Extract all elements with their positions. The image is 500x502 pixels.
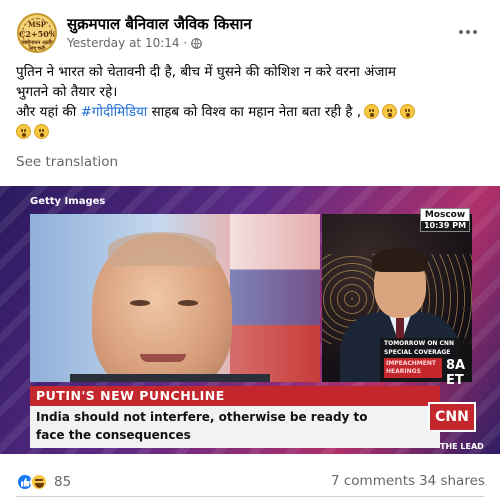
caption-line-2: face the consequences bbox=[36, 428, 191, 442]
post-text-line-2: भुगतने को तैयार रहे। bbox=[16, 84, 118, 100]
caption-box: India should not interfere, otherwise be… bbox=[30, 406, 440, 448]
see-translation-link[interactable]: See translation bbox=[16, 154, 118, 170]
location-bug: Moscow 10:39 PM bbox=[420, 208, 470, 232]
caption-line-1: India should not interfere, otherwise be… bbox=[36, 410, 368, 424]
post-text-line-1: पुतिन ने भारत को चेतावनी दी है, बीच में … bbox=[16, 64, 396, 80]
promo-line-1: TOMORROW ON CNN bbox=[384, 340, 454, 347]
post-text-line-4 bbox=[16, 122, 486, 142]
promo-line-3: IMPEACHMENT HEARINGS bbox=[384, 358, 442, 378]
reactions-summary[interactable]: 85 bbox=[16, 473, 71, 491]
surprised-emoji-icon bbox=[364, 104, 380, 119]
facebook-post: MSP C2+50% स्वामीनाथन आयोग लागू करो सुक्… bbox=[0, 0, 500, 502]
hashtag-link[interactable]: #गोदीमिडिया bbox=[81, 104, 148, 120]
avatar-text-middle: C2+50% bbox=[19, 29, 57, 39]
footer-divider bbox=[16, 496, 484, 497]
globe-icon[interactable] bbox=[191, 37, 203, 49]
promo-time: 8A ET bbox=[446, 358, 466, 388]
avatar[interactable]: MSP C2+50% स्वामीनाथन आयोग लागू करो bbox=[17, 13, 57, 53]
headline-bar: PUTIN'S NEW PUNCHLINE bbox=[30, 386, 440, 406]
show-label: THE LEAD bbox=[440, 442, 484, 451]
worried-emoji-icon bbox=[34, 124, 49, 139]
shares-count-link[interactable]: 34 shares bbox=[419, 473, 485, 489]
portrait-hair bbox=[108, 232, 216, 266]
author-name[interactable]: सुक्रमपाल बैनिवाल जैविक किसान bbox=[67, 14, 252, 34]
post-text-line-3-suffix: साहब को विश्व का महान नेता बता रही है , bbox=[147, 104, 362, 120]
avatar-text-top: MSP bbox=[27, 20, 47, 29]
getty-watermark: Getty Images bbox=[30, 196, 106, 207]
post-text-line-3: और यहां की #गोदीमिडिया साहब को विश्व का … bbox=[16, 102, 486, 122]
post-meta: Yesterday at 10:14 · bbox=[67, 36, 203, 50]
flag-backdrop bbox=[230, 214, 320, 382]
worried-emoji-icon bbox=[16, 124, 31, 139]
headline-text: PUTIN'S NEW PUNCHLINE bbox=[36, 388, 225, 403]
avatar-text-bottom: स्वामीनाथन आयोग लागू करो bbox=[19, 40, 55, 52]
portrait-eye bbox=[178, 300, 198, 306]
portrait-eye bbox=[130, 300, 150, 306]
reaction-count: 85 bbox=[54, 474, 72, 490]
portrait-mouth bbox=[140, 354, 186, 362]
left-portrait-frame bbox=[30, 214, 320, 382]
surprised-emoji-icon bbox=[382, 104, 398, 119]
location-time: 10:39 PM bbox=[421, 221, 469, 231]
more-options-icon[interactable] bbox=[454, 22, 482, 42]
timestamp[interactable]: Yesterday at 10:14 bbox=[67, 36, 180, 50]
haha-reaction-icon bbox=[30, 473, 48, 491]
cnn-logo-text: CNN bbox=[435, 409, 469, 425]
promo-line-2: SPECIAL COVERAGE bbox=[384, 349, 451, 356]
meta-separator: · bbox=[183, 36, 188, 50]
worried-emoji-icon bbox=[400, 104, 416, 119]
cnn-logo: CNN bbox=[428, 402, 476, 432]
anchor-hair bbox=[372, 248, 428, 272]
promo-box: TOMORROW ON CNN SPECIAL COVERAGE IMPEACH… bbox=[380, 338, 472, 388]
portrait-collar bbox=[70, 374, 270, 382]
comments-count-link[interactable]: 7 comments bbox=[331, 473, 415, 489]
post-text: पुतिन ने भारत को चेतावनी दी है, बीच में … bbox=[16, 62, 486, 142]
post-image[interactable]: Getty Images Moscow 10:39 PM TOMORROW ON… bbox=[0, 186, 500, 454]
post-text-line-3-prefix: और यहां की bbox=[16, 104, 81, 120]
location-name: Moscow bbox=[424, 210, 466, 220]
